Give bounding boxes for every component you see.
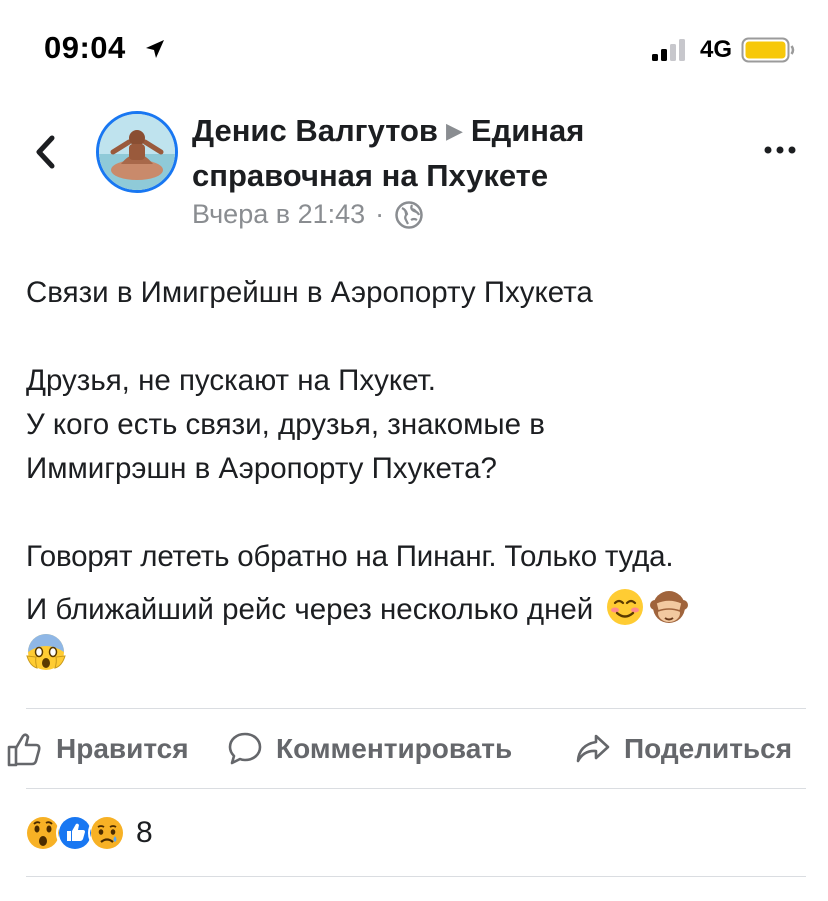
post-text-line: И ближайший рейс через несколько дней (26, 593, 594, 626)
cellular-signal-icon (652, 39, 685, 61)
sad-reaction-icon (88, 814, 126, 852)
post-text-line-with-emoji: И ближайший рейс через несколько дней (26, 587, 816, 677)
post-actions-bar: Нравится Комментировать Поделиться (0, 724, 828, 774)
status-bar: 09:04 4G (0, 0, 828, 100)
divider (26, 788, 806, 789)
thumbs-up-icon (7, 733, 41, 767)
comment-button[interactable]: Комментировать (226, 724, 512, 774)
status-time: 09:04 (44, 30, 126, 65)
post-text-line: Связи в Имигрейшн в Аэропорту Пхукета (26, 276, 593, 309)
comment-label: Комментировать (276, 733, 513, 764)
post-meta: Вчера в 21:43 · (192, 199, 424, 230)
screaming-face-icon (26, 634, 66, 670)
more-options-icon[interactable] (760, 140, 800, 160)
avatar-image (99, 114, 175, 190)
like-label: Нравится (56, 733, 189, 764)
post-text-line: У кого есть связи, друзья, знакомые в (26, 408, 545, 441)
facebook-post-screen: 09:04 4G Денис Валгутов ▶ Единая справоч… (0, 0, 828, 901)
reaction-count: 8 (136, 816, 153, 849)
post-text-line: Говорят лететь обратно на Пинанг. Только… (26, 540, 674, 573)
post-text: Связи в Имигрейшн в Аэропорту Пхукета Др… (26, 271, 816, 677)
post-text-line: Друзья, не пускают на Пхукет. (26, 364, 436, 397)
post-author-line: Денис Валгутов ▶ Единая справочная на Пхук… (192, 110, 692, 197)
see-no-evil-monkey-icon (650, 591, 689, 623)
smiling-face-icon (607, 589, 644, 625)
post-timestamp[interactable]: Вчера в 21:43 (192, 199, 365, 230)
meta-separator: · (375, 199, 385, 229)
battery-icon (741, 37, 795, 63)
author-name[interactable]: Денис Валгутов (192, 113, 438, 148)
share-button[interactable]: Поделиться (574, 724, 792, 774)
like-button[interactable]: Нравится (6, 724, 189, 774)
location-arrow-icon (146, 40, 164, 58)
reactions-summary[interactable]: 8 (24, 814, 153, 852)
divider (26, 876, 806, 877)
back-chevron-icon[interactable] (30, 130, 60, 174)
divider (26, 708, 806, 709)
share-arrow-icon (576, 734, 610, 763)
network-type: 4G (700, 36, 733, 63)
share-label: Поделиться (624, 733, 793, 764)
comment-bubble-icon (228, 732, 262, 765)
post-text-line: Иммигрэшн в Аэропорту Пхукета? (26, 452, 497, 485)
author-avatar[interactable] (96, 111, 178, 193)
posted-in-arrow-icon: ▶ (445, 118, 463, 143)
globe-icon (395, 200, 423, 229)
